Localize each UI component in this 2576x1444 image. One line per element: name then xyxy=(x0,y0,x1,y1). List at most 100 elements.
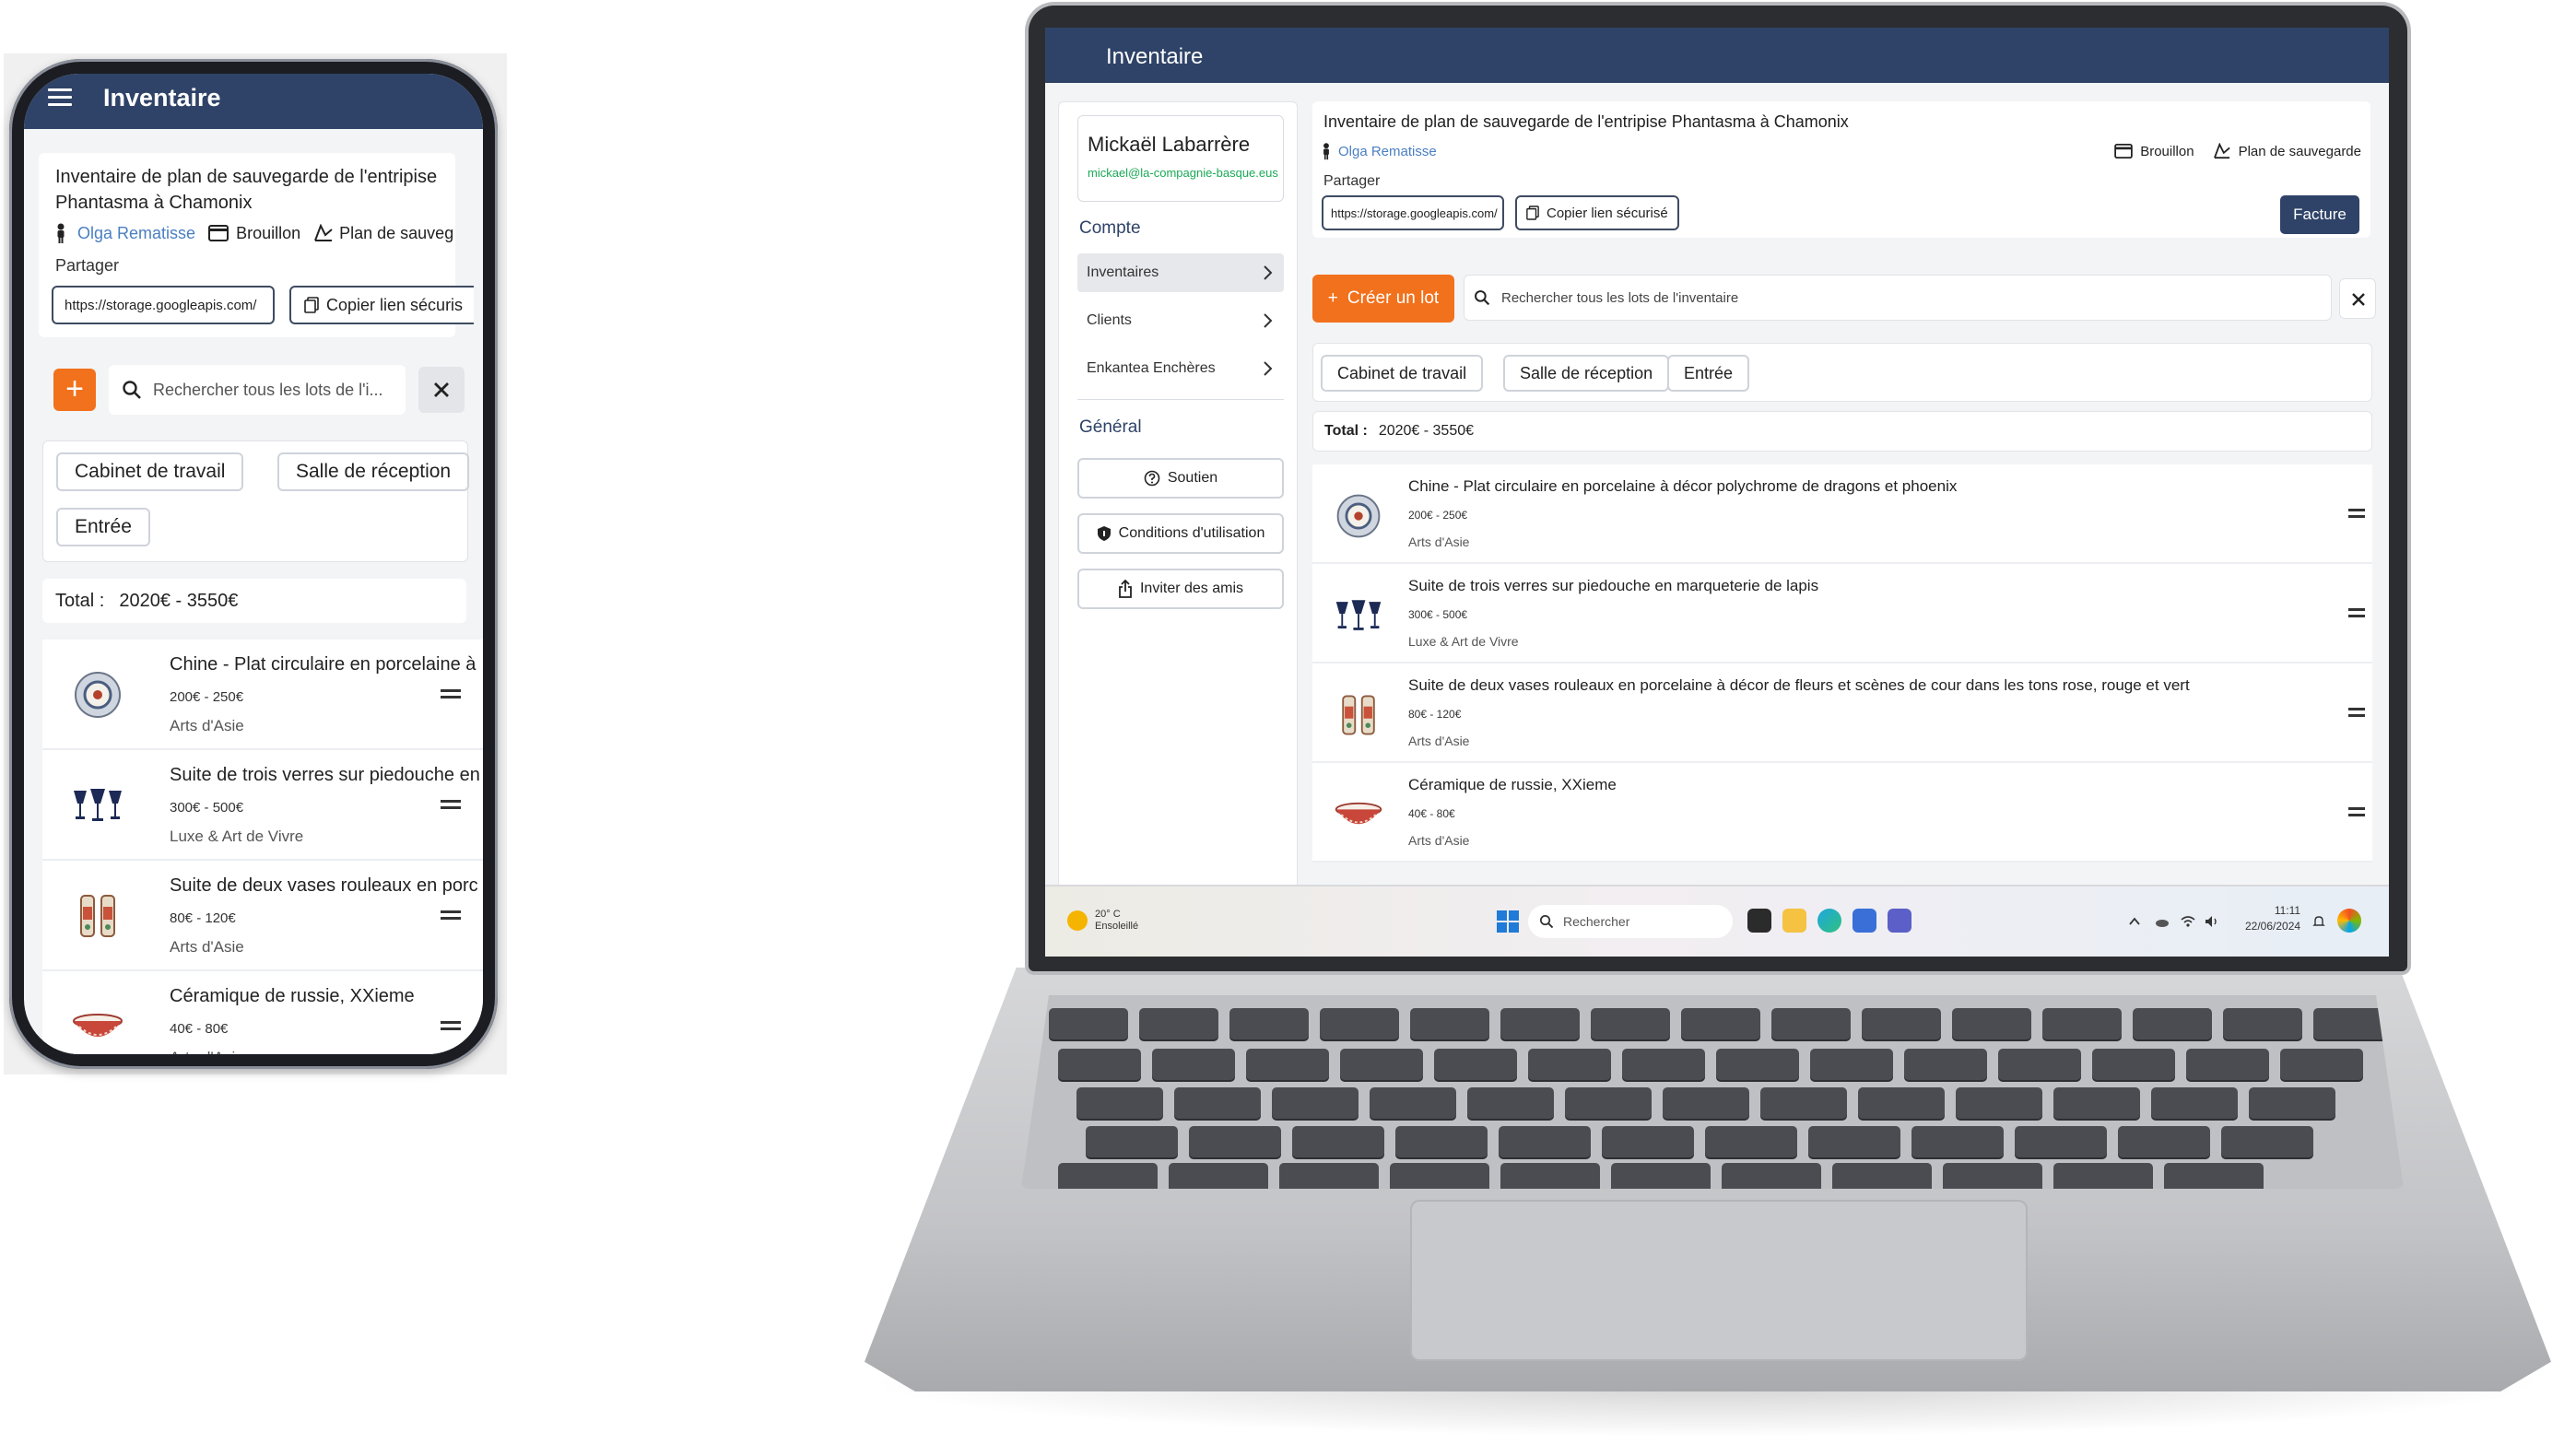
item-price: 80€ - 120€ xyxy=(170,910,236,926)
support-button[interactable]: Soutien xyxy=(1077,458,1284,499)
sidebar-item-label: Enkantea Enchères xyxy=(1087,360,1216,376)
keyboard-key xyxy=(2042,1008,2122,1039)
keyboard-key xyxy=(2221,1126,2313,1157)
list-item[interactable]: Chine - Plat circulaire en porcelaine à … xyxy=(1312,464,2372,564)
item-price: 200€ - 250€ xyxy=(170,689,244,705)
keyboard-key xyxy=(1858,1087,1945,1119)
page-title: Inventaire xyxy=(103,84,221,112)
total-value: 2020€ - 3550€ xyxy=(119,590,239,611)
person-icon xyxy=(1323,143,1329,160)
copy-link-label: Copier lien sécurisé xyxy=(1547,205,1668,221)
clock[interactable]: 11:11 22/06/2024 xyxy=(2245,903,2300,934)
owner-link[interactable]: Olga Rematisse xyxy=(77,224,195,243)
sidebar-item-inventaires[interactable]: Inventaires xyxy=(1077,253,1284,292)
user-card[interactable]: Mickaël Labarrère mickael@la-compagnie-b… xyxy=(1077,115,1284,202)
list-item[interactable]: Céramique de russie, XXieme 40€ - 80€ Ar… xyxy=(1312,763,2372,863)
taskbar-search[interactable]: Rechercher xyxy=(1528,905,1733,938)
wifi-icon[interactable] xyxy=(2181,914,2195,929)
lot-list: Chine - Plat circulaire en porcelaine à … xyxy=(42,640,483,1054)
keyboard-key xyxy=(2186,1049,2269,1080)
volume-icon[interactable] xyxy=(2205,914,2219,929)
room-tag-entree[interactable]: Entrée xyxy=(56,508,150,546)
list-item[interactable]: Chine - Plat circulaire en porcelaine à … xyxy=(42,640,483,750)
share-url-field[interactable]: https://storage.googleapis.com/ xyxy=(52,286,275,324)
keyboard-key xyxy=(1500,1008,1580,1039)
teams-app-icon[interactable] xyxy=(1888,909,1911,933)
keyboard-key xyxy=(2249,1087,2335,1119)
drag-handle-icon[interactable] xyxy=(441,910,461,922)
list-item[interactable]: Suite de deux vases rouleaux en porc 80€… xyxy=(42,861,483,971)
item-price: 200€ - 250€ xyxy=(1408,509,1468,522)
room-tag-salle[interactable]: Salle de réception xyxy=(1503,355,1670,392)
keyboard-key xyxy=(1058,1049,1141,1080)
drag-handle-icon[interactable] xyxy=(2348,708,2365,719)
item-category: Luxe & Art de Vivre xyxy=(170,828,304,845)
plan-type-label: Plan de sauveg xyxy=(339,223,454,242)
drag-handle-icon[interactable] xyxy=(2348,509,2365,520)
drag-handle-icon[interactable] xyxy=(441,689,461,700)
windows-start-icon[interactable] xyxy=(1497,910,1519,933)
share-url-field[interactable]: https://storage.googleapis.com/ xyxy=(1322,195,1504,230)
search-placeholder: Rechercher tous les lots de l'i... xyxy=(153,380,383,399)
touchpad xyxy=(1410,1200,2028,1361)
drag-handle-icon[interactable] xyxy=(2348,608,2365,619)
room-tag-salle[interactable]: Salle de réception xyxy=(277,452,470,491)
inventory-header-card: Inventaire de plan de sauvegarde de l'en… xyxy=(39,153,474,337)
sidebar-item-clients[interactable]: Clients xyxy=(1077,301,1284,340)
keyboard-key xyxy=(1229,1008,1309,1039)
glasses-thumbnail xyxy=(1335,600,1382,630)
top-bar: Inventaire xyxy=(24,74,483,129)
sidebar-item-enkantea[interactable]: Enkantea Enchères xyxy=(1077,349,1284,388)
drag-handle-icon[interactable] xyxy=(441,1021,461,1032)
list-item[interactable]: Suite de trois verres sur piedouche en 3… xyxy=(42,750,483,861)
vases-thumbnail xyxy=(1342,695,1375,735)
terms-button[interactable]: Conditions d'utilisation xyxy=(1077,513,1284,554)
user-email: mickael@la-compagnie-basque.eus xyxy=(1088,166,1278,180)
clear-search-button[interactable] xyxy=(418,367,465,413)
room-tag-cabinet[interactable]: Cabinet de travail xyxy=(1321,355,1484,392)
drag-handle-icon[interactable] xyxy=(441,800,461,811)
search-input[interactable]: Rechercher tous les lots de l'inventaire xyxy=(1464,275,2332,321)
list-item[interactable]: Suite de deux vases rouleaux en porcelai… xyxy=(1312,663,2372,763)
store-app-icon[interactable] xyxy=(1853,909,1876,933)
section-general: Général xyxy=(1079,417,1142,437)
invite-friends-button[interactable]: Inviter des amis xyxy=(1077,569,1284,609)
keyboard-key xyxy=(1622,1049,1705,1080)
help-icon xyxy=(1144,470,1160,487)
item-price: 80€ - 120€ xyxy=(1408,708,1462,721)
invoice-button[interactable]: Facture xyxy=(2280,195,2359,234)
create-lot-button[interactable]: + Créer un lot xyxy=(1312,275,1454,323)
copy-link-button[interactable]: Copier lien sécuris xyxy=(289,286,474,324)
weather-widget[interactable]: 20° C Ensoleillé xyxy=(1067,909,1138,933)
sun-icon xyxy=(1067,910,1088,931)
list-item[interactable]: Suite de trois verres sur piedouche en m… xyxy=(1312,564,2372,663)
search-input[interactable]: Rechercher tous les lots de l'i... xyxy=(109,365,406,415)
copy-link-button[interactable]: Copier lien sécurisé xyxy=(1515,195,1679,230)
room-tag-entree[interactable]: Entrée xyxy=(1667,355,1750,392)
copy-link-label: Copier lien sécuris xyxy=(326,295,464,314)
chevron-up-icon[interactable] xyxy=(2127,914,2142,929)
weather-temperature: 20° C xyxy=(1095,909,1121,920)
keyboard-key xyxy=(1049,1008,1128,1039)
file-explorer-icon[interactable] xyxy=(1782,909,1806,933)
add-lot-button[interactable]: + xyxy=(53,369,96,411)
status-row: Brouillon Plan de sauvegarde xyxy=(2114,140,2361,162)
item-price: 300€ - 500€ xyxy=(170,800,244,816)
copilot-icon[interactable] xyxy=(2337,909,2361,933)
menu-icon[interactable] xyxy=(48,88,72,111)
share-label: Partager xyxy=(1323,173,1381,189)
terminal-app-icon[interactable] xyxy=(1747,909,1771,933)
total-row: Total : 2020€ - 3550€ xyxy=(1312,411,2372,452)
keyboard-key xyxy=(1370,1087,1456,1119)
top-bar: Inventaire xyxy=(1045,28,2389,83)
edge-browser-icon[interactable] xyxy=(1817,909,1841,933)
clear-search-button[interactable] xyxy=(2339,278,2376,319)
keyboard-key xyxy=(1771,1008,1851,1039)
drag-handle-icon[interactable] xyxy=(2348,807,2365,818)
support-label: Soutien xyxy=(1167,470,1218,486)
owner-link[interactable]: Olga Rematisse xyxy=(1338,144,1437,159)
room-tag-cabinet[interactable]: Cabinet de travail xyxy=(56,452,244,491)
status-label: Brouillon xyxy=(2140,143,2194,159)
bell-icon[interactable] xyxy=(2311,914,2326,929)
list-item[interactable]: Céramique de russie, XXieme 40€ - 80€ Ar… xyxy=(42,971,483,1054)
